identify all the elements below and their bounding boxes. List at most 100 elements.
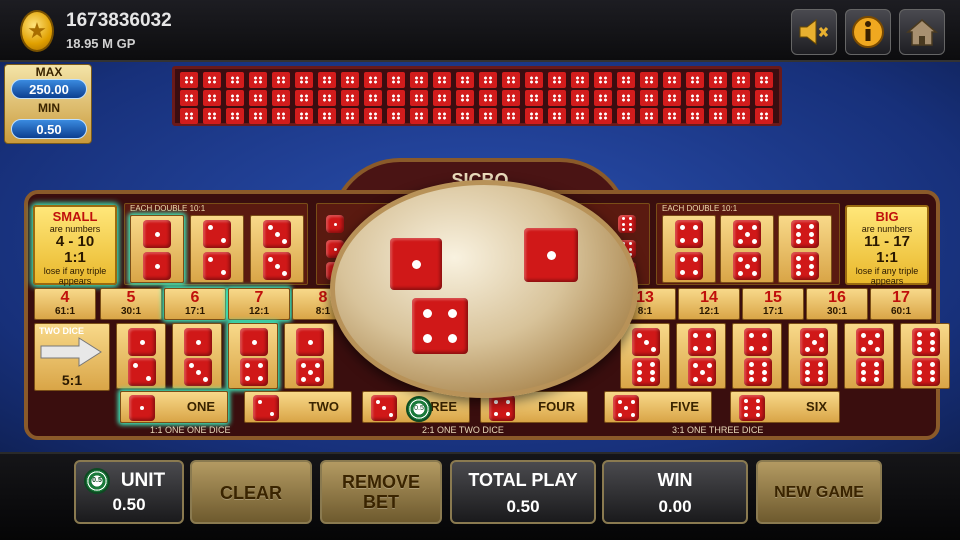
bet-total-4[interactable]: 4 61:1 bbox=[34, 288, 96, 320]
clear-button[interactable]: CLEAR bbox=[190, 460, 312, 524]
result-die bbox=[390, 238, 442, 290]
bet-combo-5-6[interactable] bbox=[788, 323, 838, 389]
bet-single-five[interactable]: FIVE bbox=[604, 391, 712, 423]
history-die bbox=[410, 108, 428, 124]
pip bbox=[761, 369, 767, 375]
pip bbox=[874, 346, 880, 352]
pip bbox=[269, 411, 274, 416]
pip bbox=[917, 377, 923, 383]
bet-total-15[interactable]: 15 17:1 bbox=[742, 288, 804, 320]
new-game-button[interactable]: NEW GAME bbox=[756, 460, 882, 524]
mute-button[interactable] bbox=[791, 9, 837, 55]
bet-single-two[interactable]: TWO bbox=[244, 391, 352, 423]
history-die bbox=[410, 90, 428, 106]
bet-combo-4-6[interactable] bbox=[732, 323, 782, 389]
pip bbox=[637, 361, 643, 367]
bet-small[interactable]: SMALL are numbers 4 - 10 1:1 lose if any… bbox=[33, 205, 117, 286]
bet-double-6[interactable] bbox=[778, 215, 832, 283]
pip bbox=[636, 332, 642, 338]
history-die bbox=[686, 72, 704, 88]
bet-single-one[interactable]: ONE bbox=[120, 391, 228, 423]
info-button[interactable] bbox=[845, 9, 891, 55]
pip bbox=[917, 339, 923, 345]
history-die bbox=[755, 108, 773, 124]
pip bbox=[749, 369, 755, 375]
bet-double-4[interactable] bbox=[662, 215, 716, 283]
pip bbox=[680, 269, 686, 275]
pip bbox=[861, 361, 867, 367]
bet-double-2[interactable] bbox=[190, 215, 244, 283]
triple-die bbox=[326, 215, 344, 233]
unit-display[interactable]: 0.5 UNIT 0.50 bbox=[74, 460, 184, 524]
bet-combo-6-6[interactable] bbox=[900, 323, 950, 389]
pip bbox=[649, 361, 655, 367]
pip bbox=[624, 406, 628, 410]
pip bbox=[744, 231, 750, 237]
history-die bbox=[272, 90, 290, 106]
pip bbox=[307, 369, 313, 375]
bet-double-1[interactable] bbox=[130, 215, 184, 283]
pip bbox=[629, 217, 633, 221]
pip bbox=[621, 217, 625, 221]
home-icon bbox=[905, 19, 939, 46]
bet-combo-1-2[interactable] bbox=[116, 323, 166, 389]
total-play-label: TOTAL PLAY bbox=[468, 470, 578, 490]
pip bbox=[796, 223, 802, 229]
pip bbox=[706, 362, 712, 368]
bet-combo-1-5[interactable] bbox=[284, 323, 334, 389]
history-die bbox=[548, 90, 566, 106]
pip bbox=[692, 257, 698, 263]
die-6 bbox=[800, 358, 828, 386]
bet-double-3[interactable] bbox=[250, 215, 304, 283]
history-die bbox=[456, 90, 474, 106]
bet-combo-3-6[interactable] bbox=[620, 323, 670, 389]
remove-bet-button[interactable]: REMOVE BET bbox=[320, 460, 442, 524]
bet-combo-5-6[interactable] bbox=[844, 323, 894, 389]
win-value: 0.00 bbox=[658, 497, 692, 516]
history-die bbox=[226, 108, 244, 124]
history-die bbox=[686, 90, 704, 106]
remove-label-2: BET bbox=[363, 492, 399, 512]
pip bbox=[929, 339, 935, 345]
history-die bbox=[272, 108, 290, 124]
history-die bbox=[502, 72, 520, 88]
bet-double-5[interactable] bbox=[720, 215, 774, 283]
bet-big[interactable]: BIG are numbers 11 - 17 1:1 lose if any … bbox=[845, 205, 929, 286]
bet-two-dice[interactable]: TWO DICE 5:1 bbox=[34, 323, 110, 391]
pip bbox=[621, 222, 625, 226]
pip bbox=[761, 333, 767, 339]
pip bbox=[811, 339, 817, 345]
pip bbox=[737, 224, 743, 230]
history-die bbox=[502, 108, 520, 124]
bet-combo-1-3[interactable] bbox=[172, 323, 222, 389]
bet-total-6[interactable]: 6 17:1 bbox=[164, 288, 226, 320]
bet-total-16[interactable]: 16 30:1 bbox=[806, 288, 868, 320]
history-die bbox=[502, 90, 520, 106]
pip bbox=[737, 238, 743, 244]
bet-total-17[interactable]: 17 60:1 bbox=[870, 288, 932, 320]
history-die bbox=[617, 90, 635, 106]
bet-total-14[interactable]: 14 12:1 bbox=[678, 288, 740, 320]
dice-shaker-plate bbox=[330, 180, 638, 398]
pip bbox=[808, 255, 814, 261]
history-die bbox=[295, 72, 313, 88]
bet-combo-1-4[interactable] bbox=[228, 323, 278, 389]
bet-single-six[interactable]: SIX bbox=[730, 391, 840, 423]
pip bbox=[388, 412, 393, 417]
total-odds: 30:1 bbox=[120, 306, 141, 317]
arrow-right-icon bbox=[40, 337, 102, 367]
pip bbox=[929, 361, 935, 367]
single-label: ONE bbox=[186, 399, 215, 414]
pip bbox=[751, 256, 757, 262]
pip bbox=[817, 377, 823, 383]
bet-combo-4-5[interactable] bbox=[676, 323, 726, 389]
pip bbox=[917, 369, 923, 375]
bet-total-5[interactable]: 5 30:1 bbox=[100, 288, 162, 320]
bet-total-7[interactable]: 7 12:1 bbox=[228, 288, 290, 320]
pip bbox=[267, 224, 273, 230]
pip bbox=[692, 376, 698, 382]
pip bbox=[917, 347, 923, 353]
home-button[interactable] bbox=[899, 9, 945, 55]
history-die bbox=[571, 90, 589, 106]
history-die bbox=[433, 108, 451, 124]
